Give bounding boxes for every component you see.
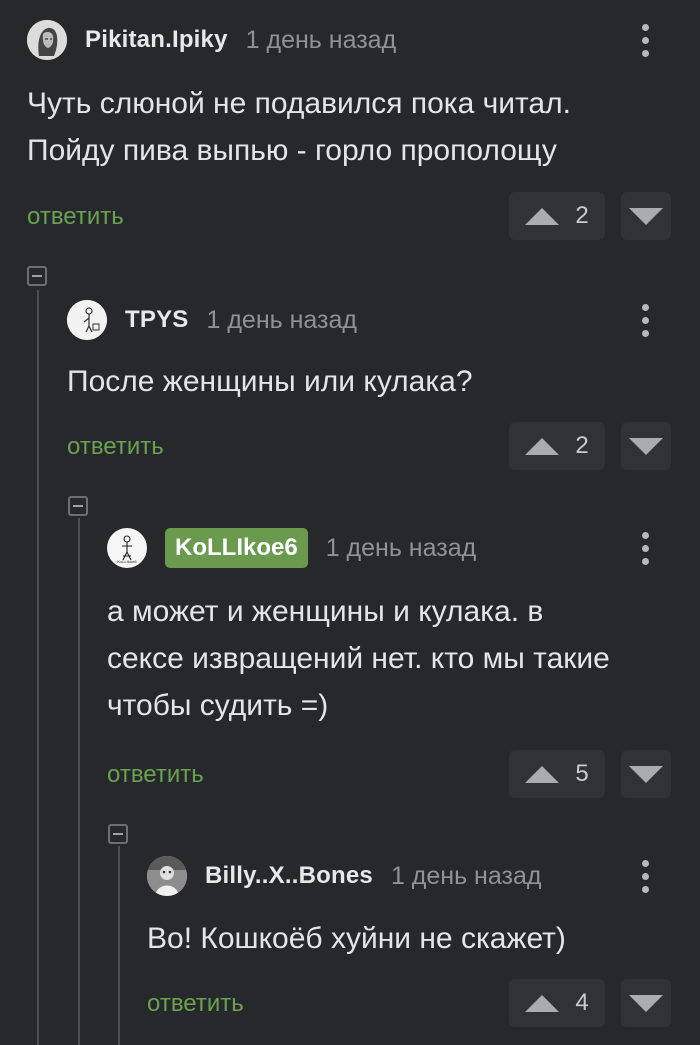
thread-line [78, 518, 80, 1045]
arrow-down-icon [629, 207, 663, 225]
more-menu-icon[interactable] [642, 532, 650, 565]
reply-link[interactable]: ответить [107, 761, 204, 789]
vote-controls: 5 [509, 750, 671, 798]
avatar-sketch-icon[interactable] [27, 20, 67, 60]
more-menu-icon[interactable] [642, 860, 650, 893]
collapse-thread-button[interactable] [68, 496, 88, 516]
upvote-button[interactable]: 5 [509, 750, 605, 798]
downvote-button[interactable] [621, 979, 671, 1027]
comment-time: 1 день назад [245, 25, 397, 54]
vote-controls: 2 [509, 422, 671, 470]
collapse-thread-button[interactable] [27, 266, 47, 286]
arrow-up-icon [525, 437, 560, 455]
avatar-figure-icon[interactable]: KoLLIkoe6 [107, 528, 147, 568]
author-name[interactable]: TPYS [125, 306, 188, 334]
vote-score: 4 [575, 989, 589, 1016]
reply-link[interactable]: ответить [147, 990, 244, 1018]
comment-time: 1 день назад [325, 533, 477, 562]
arrow-up-icon [525, 765, 560, 783]
arrow-up-icon [525, 994, 560, 1012]
downvote-button[interactable] [621, 422, 671, 470]
comment-time: 1 день назад [390, 861, 542, 890]
vote-score: 2 [575, 432, 589, 459]
comment-header: Billy..X..Bones 1 день назад [147, 854, 541, 898]
avatar-photo-icon[interactable] [147, 856, 187, 896]
author-name[interactable]: Pikitan.Ipiky [85, 26, 228, 54]
vote-score: 5 [575, 760, 589, 787]
comment-header: TPYS 1 день назад [67, 298, 357, 342]
arrow-up-icon [525, 207, 560, 225]
arrow-down-icon [629, 994, 663, 1012]
vote-score: 2 [575, 202, 589, 229]
more-menu-icon[interactable] [642, 304, 650, 337]
comment-text: Чуть слюной не подавился пока читал. Пой… [27, 87, 571, 167]
upvote-button[interactable]: 4 [509, 979, 605, 1027]
author-name[interactable]: Billy..X..Bones [205, 862, 373, 890]
comment-text: После женщины или кулака? [67, 365, 473, 398]
more-menu-icon[interactable] [642, 24, 650, 57]
avatar-caption: KoLLIkoe6 [117, 559, 137, 564]
comment-header: Pikitan.Ipiky 1 день назад [27, 18, 396, 62]
collapse-thread-button[interactable] [108, 824, 128, 844]
reply-link[interactable]: ответить [67, 433, 164, 461]
comment-header: KoLLIkoe6 KoLLIkoe6 1 день назад [107, 526, 476, 570]
comment-text: Во! Кошкоёб хуйни не скажет) [147, 922, 566, 955]
thread-line [118, 846, 120, 1045]
arrow-down-icon [629, 765, 663, 783]
thread-line [37, 290, 39, 1045]
reply-link[interactable]: ответить [27, 203, 124, 231]
downvote-button[interactable] [621, 192, 671, 240]
avatar-doodle-icon[interactable] [67, 300, 107, 340]
vote-controls: 4 [509, 979, 671, 1027]
comment-time: 1 день назад [206, 305, 357, 334]
vote-controls: 2 [509, 192, 671, 240]
downvote-button[interactable] [621, 750, 671, 798]
upvote-button[interactable]: 2 [509, 192, 605, 240]
upvote-button[interactable]: 2 [509, 422, 605, 470]
arrow-down-icon [629, 437, 663, 455]
author-name[interactable]: KoLLIkoe6 [165, 528, 308, 568]
comment-text: а может и женщины и кулака. в сексе извр… [107, 595, 610, 722]
